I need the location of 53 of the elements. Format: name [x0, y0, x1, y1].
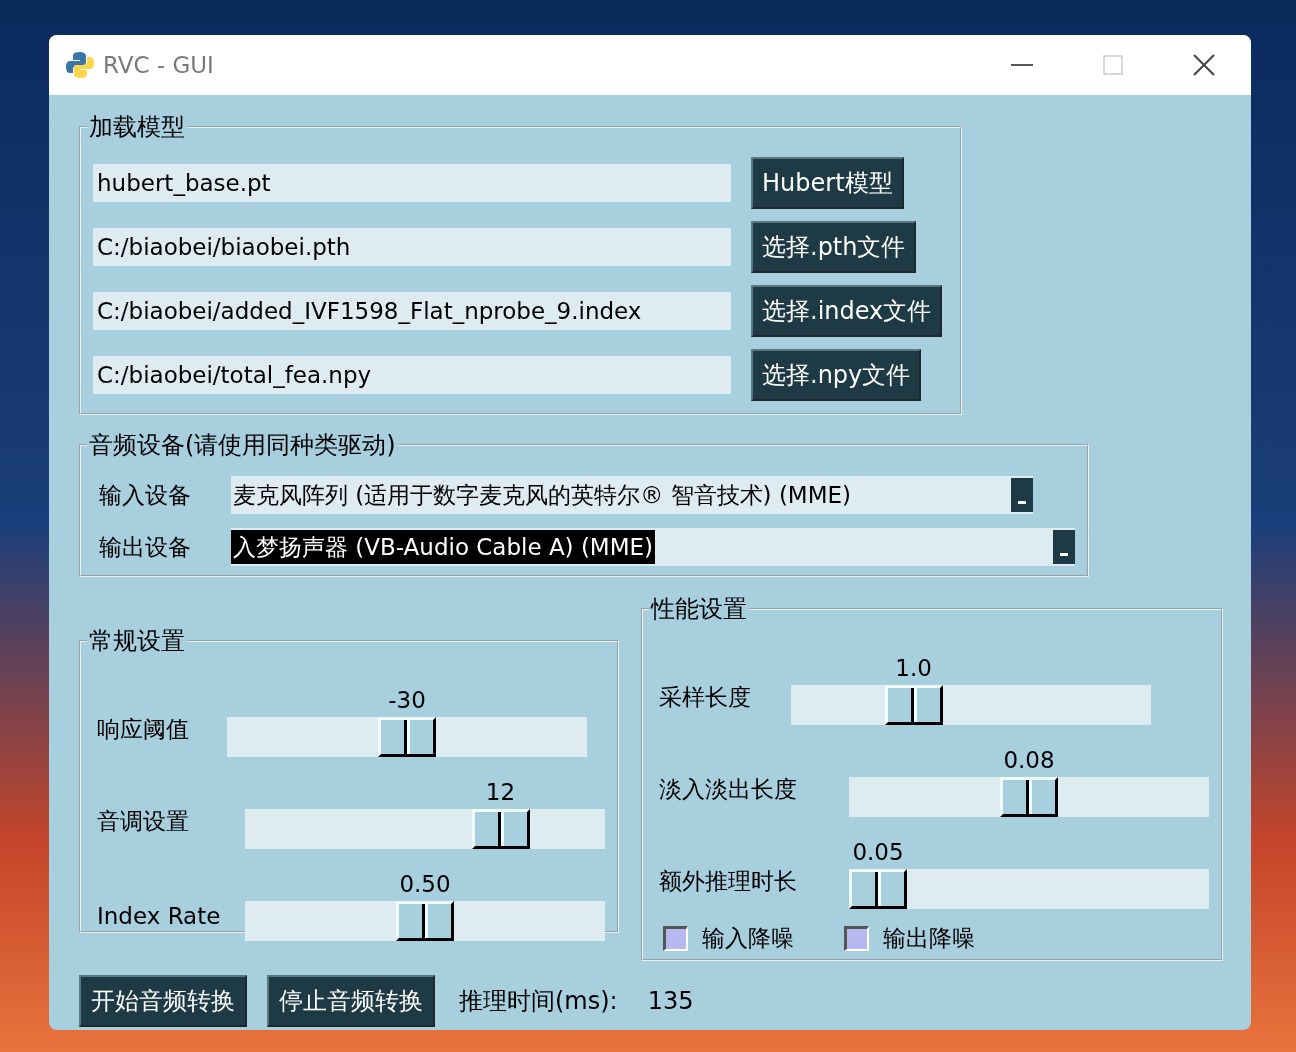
slider-track[interactable]: [245, 809, 605, 849]
slider-thumb[interactable]: [849, 869, 907, 909]
path-input-field[interactable]: C:/biaobei/biaobei.pth: [93, 228, 731, 266]
window-title: RVC - GUI: [103, 52, 214, 78]
checkbox[interactable]: [844, 926, 869, 951]
slider-thumb[interactable]: [378, 717, 436, 757]
slider-track[interactable]: [849, 777, 1209, 817]
conversion-button[interactable]: 开始音频转换: [79, 975, 247, 1027]
slider-value: 0.05: [851, 839, 905, 865]
device-label: 输入设备: [98, 480, 192, 510]
device-label: 输出设备: [98, 532, 192, 562]
slider-track[interactable]: [227, 717, 587, 757]
checkbox-label: 输出降噪: [883, 924, 975, 953]
dropdown-value: 麦克风阵列 (适用于数字麦克风的英特尔® 智音技术) (MME): [232, 481, 853, 510]
slider-track[interactable]: [245, 901, 605, 941]
slider-label: 音调设置: [96, 807, 190, 836]
browse-button[interactable]: 选择.index文件: [751, 285, 943, 337]
path-input-field[interactable]: C:/biaobei/total_fea.npy: [93, 356, 731, 394]
python-logo-icon: [65, 50, 95, 80]
checkbox[interactable]: [663, 926, 688, 951]
slider-label: 采样长度: [658, 683, 752, 712]
browse-button[interactable]: Hubert模型: [751, 157, 904, 209]
close-icon[interactable]: [1193, 54, 1215, 76]
browse-button[interactable]: 选择.npy文件: [751, 349, 922, 401]
group-title: 性能设置: [649, 594, 748, 625]
inference-time-label: 推理时间(ms):: [459, 986, 618, 1017]
device-dropdown[interactable]: 麦克风阵列 (适用于数字麦克风的英特尔® 智音技术) (MME): [231, 476, 1033, 514]
slider-value: -30: [387, 687, 427, 713]
slider-label: Index Rate: [96, 903, 222, 931]
slider-label: 淡入淡出长度: [658, 775, 798, 804]
inference-time-value: 135: [647, 987, 694, 1015]
group-title: 音频设备(请使用同种类驱动): [88, 430, 397, 461]
browse-button[interactable]: 选择.pth文件: [751, 221, 917, 273]
group-title: 常规设置: [88, 626, 186, 657]
checkbox-label: 输入降噪: [702, 924, 794, 953]
slider-thumb[interactable]: [396, 901, 454, 941]
slider-label: 响应阈值: [96, 715, 190, 744]
device-dropdown[interactable]: 入梦扬声器 (VB-Audio Cable A) (MME): [231, 528, 1075, 566]
slider-label: 额外推理时长: [658, 867, 798, 896]
slider-thumb[interactable]: [471, 809, 530, 849]
slider-value: 1.0: [894, 655, 933, 681]
path-input-field[interactable]: hubert_base.pt: [93, 164, 731, 202]
group-title: 加载模型: [88, 112, 186, 143]
slider-value: 0.50: [398, 871, 452, 897]
dropdown-value: 入梦扬声器 (VB-Audio Cable A) (MME): [231, 530, 656, 564]
slider-value: 12: [484, 779, 517, 805]
slider-track[interactable]: [791, 685, 1151, 725]
slider-track[interactable]: [849, 869, 1209, 909]
conversion-button[interactable]: 停止音频转换: [267, 975, 435, 1027]
slider-thumb[interactable]: [884, 685, 943, 725]
slider-thumb[interactable]: [1000, 777, 1058, 817]
path-input-field[interactable]: C:/biaobei/added_IVF1598_Flat_nprobe_9.index: [93, 292, 731, 330]
slider-value: 0.08: [1002, 747, 1056, 773]
